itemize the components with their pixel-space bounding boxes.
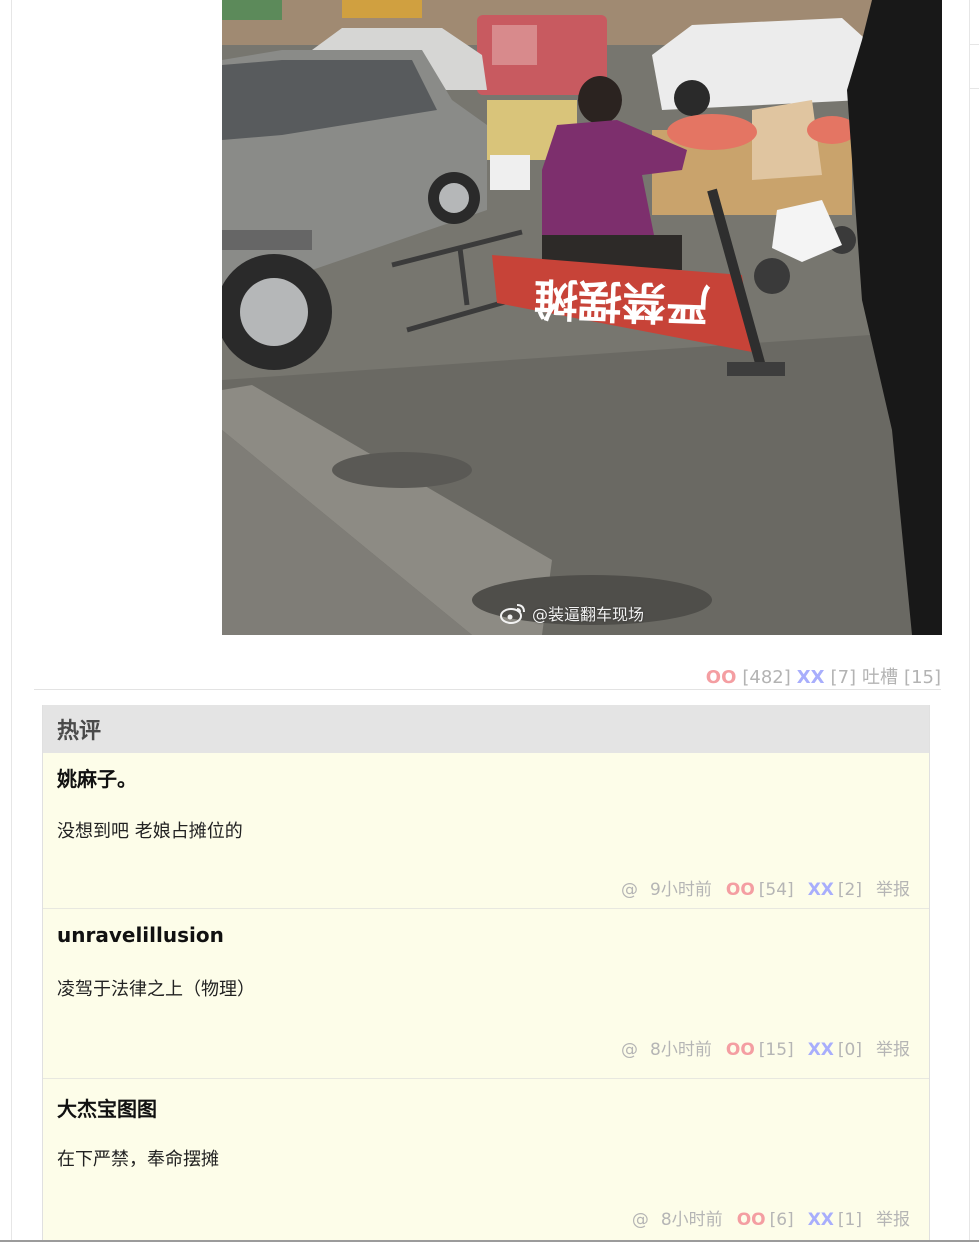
post-oo-button[interactable]: OO	[706, 667, 737, 688]
comment-time: 8小时前	[660, 1210, 723, 1230]
post-vote-bar: OO [482] XX [7] 吐槽 [15]	[706, 663, 941, 689]
post-xx-button[interactable]: XX	[797, 667, 825, 688]
comment-author[interactable]: unravelillusion	[57, 923, 224, 947]
comment-item: 姚麻子。 没想到吧 老娘占摊位的 @ 9小时前 OO [54] XX [2] 举…	[43, 753, 929, 909]
comment-xx-button[interactable]: XX	[808, 880, 834, 900]
sign-text: 严禁摆摊	[533, 272, 711, 329]
right-notch	[969, 44, 979, 45]
comment-xx-count: [1]	[837, 1210, 862, 1230]
right-border	[969, 0, 970, 1242]
comment-item: 大杰宝图图 在下严禁，奉命摆摊 @ 8小时前 OO [6] XX [1] 举报	[43, 1079, 929, 1242]
comment-text: 没想到吧 老娘占摊位的	[57, 821, 243, 842]
right-notch	[969, 88, 979, 89]
comment-meta: @ 8小时前 OO [15] XX [0] 举报	[621, 1035, 910, 1060]
comment-oo-count: [15]	[758, 1040, 794, 1060]
report-button[interactable]: 举报	[876, 875, 910, 900]
hot-comments-title: 热评	[43, 705, 929, 753]
reply-at-button[interactable]: @	[621, 1040, 638, 1060]
left-border	[11, 0, 12, 1242]
comment-time: 9小时前	[650, 880, 712, 900]
post-oo-count: [482]	[742, 667, 791, 688]
report-button[interactable]: 举报	[876, 1205, 910, 1230]
reply-at-button[interactable]: @	[621, 880, 638, 900]
post-tucao-count: [15]	[904, 667, 941, 688]
comment-meta: @ 8小时前 OO [6] XX [1] 举报	[632, 1205, 910, 1230]
post-image[interactable]: 严禁摆摊 @装逼翻车现场	[222, 0, 942, 635]
comment-author[interactable]: 姚麻子。	[57, 763, 137, 792]
street-photo: 严禁摆摊	[222, 0, 942, 635]
watermark-text: @装逼翻车现场	[532, 605, 645, 624]
watermark: @装逼翻车现场	[500, 601, 644, 625]
comment-oo-count: [54]	[758, 880, 794, 900]
comment-oo-button[interactable]: OO	[737, 1210, 766, 1230]
report-button[interactable]: 举报	[876, 1035, 910, 1060]
comment-time: 8小时前	[650, 1040, 712, 1060]
post-divider	[34, 689, 941, 690]
comment-xx-count: [2]	[837, 880, 862, 900]
comment-text: 在下严禁，奉命摆摊	[57, 1149, 219, 1170]
reply-at-button[interactable]: @	[632, 1210, 649, 1230]
post-xx-count: [7]	[830, 667, 857, 688]
comment-meta: @ 9小时前 OO [54] XX [2] 举报	[621, 875, 910, 900]
weibo-icon	[500, 604, 525, 624]
comment-xx-button[interactable]: XX	[808, 1040, 834, 1060]
page: 严禁摆摊 @装逼翻车现场 OO [482] XX [7] 吐槽 [15] 热评	[0, 0, 979, 1242]
comment-xx-button[interactable]: XX	[808, 1210, 834, 1230]
comment-oo-button[interactable]: OO	[726, 1040, 755, 1060]
post-tucao-button[interactable]: 吐槽	[862, 663, 898, 689]
comment-text: 凌驾于法律之上（物理）	[57, 979, 255, 1000]
comment-item: unravelillusion 凌驾于法律之上（物理） @ 8小时前 OO [1…	[43, 909, 929, 1079]
comment-oo-button[interactable]: OO	[726, 880, 755, 900]
comment-oo-count: [6]	[769, 1210, 794, 1230]
hot-comments-panel: 热评 姚麻子。 没想到吧 老娘占摊位的 @ 9小时前 OO [54] XX [2…	[42, 705, 930, 1242]
comment-xx-count: [0]	[837, 1040, 862, 1060]
comment-author[interactable]: 大杰宝图图	[57, 1093, 157, 1122]
